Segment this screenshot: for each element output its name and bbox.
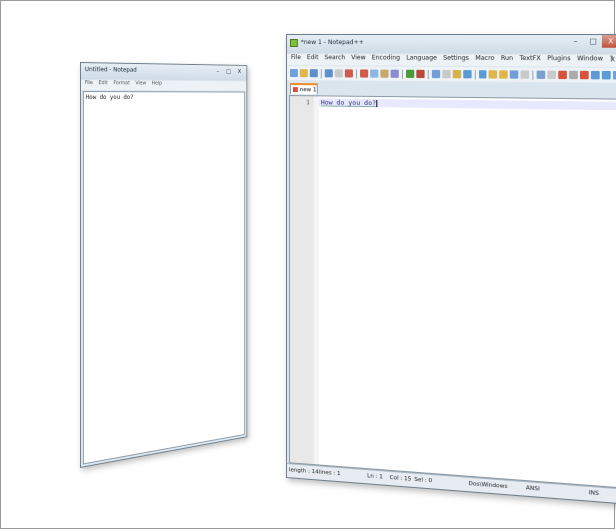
toolbar-button-icon[interactable] (489, 70, 498, 79)
npp-menu-view[interactable]: View (351, 54, 365, 65)
npp-tab-new1[interactable]: new 1 (289, 83, 318, 95)
editor-text: How do you do? (320, 98, 377, 108)
toolbar-button-icon[interactable] (499, 70, 509, 79)
toolbar-button-icon[interactable] (380, 69, 389, 78)
npp-menu-search[interactable]: Search (324, 54, 345, 65)
toolbar-separator (320, 68, 322, 78)
notepad-window: Untitled - Notepad – □ X File Edit Forma… (80, 62, 248, 468)
toolbar-button-icon[interactable] (452, 70, 461, 79)
line-number: 1 (306, 99, 310, 107)
toolbar-button-icon[interactable] (344, 69, 353, 78)
npp-window: *new 1 - Notepad++ – □ X File Edit Searc… (286, 34, 616, 505)
toolbar-button-icon[interactable] (415, 69, 425, 79)
notepad-menu-format[interactable]: Format (113, 80, 129, 90)
status-insert-mode: INS (588, 490, 599, 498)
toolbar-separator (355, 68, 357, 79)
toolbar-button-icon[interactable] (334, 69, 343, 78)
notepad-text-area[interactable]: How do you do? (82, 91, 245, 465)
npp-window-controls: – □ X (567, 35, 616, 48)
npp-menu-window[interactable]: Window (577, 55, 603, 67)
npp-close-button[interactable]: X (601, 35, 616, 48)
toolbar-button-icon[interactable] (299, 69, 308, 78)
editor-line-1: How do you do? (320, 98, 378, 108)
notepad-window-controls: – □ X (212, 66, 244, 77)
unsaved-file-icon (292, 87, 298, 93)
fold-margin (313, 96, 319, 465)
notepad-menu-edit[interactable]: Edit (99, 80, 108, 90)
npp-menubar: File Edit Search View Encoding Language … (286, 54, 616, 67)
notepad-close-button[interactable]: X (234, 67, 245, 77)
toolbar-separator (401, 69, 403, 79)
toolbar-button-icon[interactable] (441, 69, 451, 79)
npp-editor[interactable]: 1 How do you do? (288, 95, 616, 489)
npp-minimize-button[interactable]: – (567, 35, 584, 48)
notepad-text: How do you do? (85, 94, 134, 101)
toolbar-button-icon[interactable] (602, 70, 611, 80)
notepad-titlebar[interactable]: Untitled - Notepad – □ X (80, 63, 247, 81)
npp-menu-edit[interactable]: Edit (307, 54, 319, 65)
text-caret (376, 99, 378, 107)
toolbar-button-icon[interactable] (558, 70, 568, 80)
npp-title: *new 1 - Notepad++ (300, 39, 364, 47)
toolbar-button-icon[interactable] (580, 70, 589, 80)
toolbar-button-icon[interactable] (309, 69, 318, 78)
toolbar-button-icon[interactable] (569, 70, 579, 80)
toolbar-button-icon[interactable] (536, 70, 546, 79)
npp-maximize-button[interactable]: □ (584, 35, 602, 48)
notepad-maximize-button[interactable]: □ (223, 66, 234, 76)
npp-close-doc-button[interactable]: X (611, 56, 616, 63)
status-length: length : 14 (288, 467, 319, 476)
npp-menu-textfx[interactable]: TextFX (520, 55, 541, 67)
toolbar-button-icon[interactable] (390, 69, 399, 78)
npp-menu-macro[interactable]: Macro (475, 55, 494, 66)
status-lines: lines : 1 (318, 469, 341, 478)
notepad-menu-view[interactable]: View (135, 80, 146, 90)
toolbar-button-icon[interactable] (289, 69, 298, 78)
npp-titlebar[interactable]: *new 1 - Notepad++ – □ X (286, 35, 616, 55)
toolbar-button-icon[interactable] (520, 70, 530, 79)
status-col: Col : 15 (389, 474, 412, 483)
npp-menu-plugins[interactable]: Plugins (547, 55, 570, 67)
npp-toolbar (286, 66, 616, 83)
notepad-title: Untitled - Notepad (84, 66, 137, 74)
toolbar-button-icon[interactable] (510, 70, 519, 79)
toolbar-button-icon[interactable] (591, 70, 600, 80)
status-eol: Dos\Windows (468, 480, 508, 491)
toolbar-button-icon[interactable] (431, 69, 440, 79)
toolbar-button-icon[interactable] (462, 70, 472, 79)
toolbar-button-icon[interactable] (478, 70, 487, 79)
notepad-menu-file[interactable]: File (85, 80, 93, 90)
npp-menu-run[interactable]: Run (501, 55, 513, 66)
toolbar-separator (532, 69, 534, 80)
status-encoding: ANSI (525, 485, 540, 493)
npp-menu-file[interactable]: File (291, 54, 301, 65)
status-ln: Ln : 1 (367, 473, 383, 481)
status-sel: Sel : 0 (414, 476, 433, 485)
npp-menu-settings[interactable]: Settings (443, 55, 469, 66)
npp-menu-language[interactable]: Language (406, 54, 437, 65)
notepad-menubar: File Edit Format View Help (80, 80, 247, 91)
line-number-gutter: 1 (289, 96, 315, 465)
toolbar-button-icon[interactable] (324, 69, 333, 78)
npp-menu-encoding[interactable]: Encoding (372, 54, 400, 65)
toolbar-button-icon[interactable] (405, 69, 414, 78)
toolbar-separator (474, 69, 476, 79)
toolbar-button-icon[interactable] (369, 69, 379, 78)
toolbar-button-icon[interactable] (547, 70, 557, 80)
npp-app-icon (289, 39, 298, 48)
npp-tab-label: new 1 (299, 86, 317, 93)
toolbar-button-icon[interactable] (359, 69, 368, 78)
notepad-menu-help[interactable]: Help (152, 81, 162, 91)
notepad-minimize-button[interactable]: – (212, 66, 223, 76)
toolbar-separator (427, 69, 429, 79)
